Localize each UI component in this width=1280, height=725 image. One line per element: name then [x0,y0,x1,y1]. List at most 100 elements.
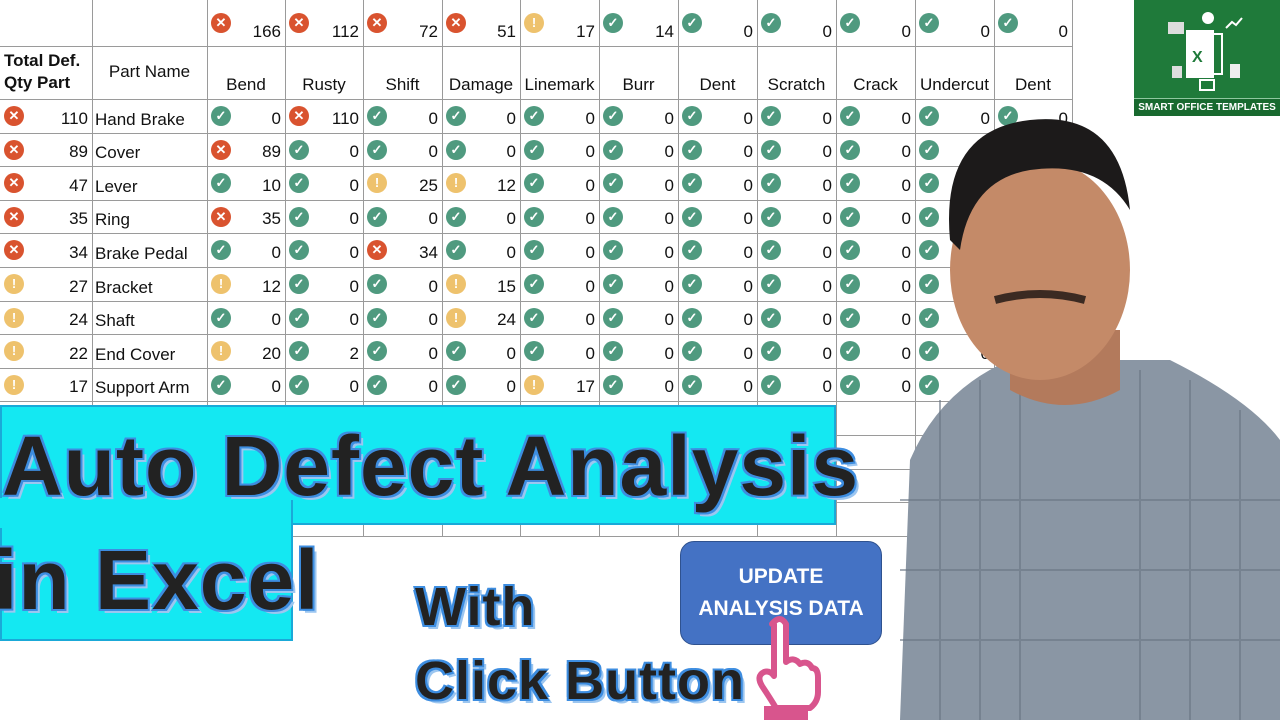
defect-qty-cell[interactable]: ✓0 [757,99,837,134]
defect-qty-cell[interactable]: ✓0 [207,368,286,402]
defect-qty-cell[interactable]: ✓0 [207,99,286,134]
empty-cell[interactable] [0,0,93,47]
part-name-cell[interactable]: Support Arm [92,368,208,402]
summary-total-cell[interactable]: ✓ 0 [678,0,758,47]
defect-qty-cell[interactable]: ✓0 [442,368,521,402]
defect-qty-cell[interactable]: ✓0 [285,267,364,302]
part-name-cell[interactable]: End Cover [92,334,208,369]
defect-header[interactable]: Rusty [285,46,364,100]
defect-qty-cell[interactable]: ✓0 [678,301,758,335]
part-name-cell[interactable]: Cover [92,133,208,167]
defect-qty-cell[interactable]: ✓0 [599,200,679,234]
defect-qty-cell[interactable]: ✕ 110 [285,99,364,134]
defect-qty-cell[interactable]: ✓0 [442,233,521,268]
defect-qty-cell[interactable]: ! 17 [520,368,600,402]
defect-header[interactable]: Crack [836,46,916,100]
defect-qty-cell[interactable]: ✓0 [757,368,837,402]
defect-qty-cell[interactable]: ✓0 [520,334,600,369]
empty-cell[interactable] [92,0,208,47]
part-name-cell[interactable]: Brake Pedal [92,233,208,268]
defect-qty-cell[interactable]: ✓0 [678,233,758,268]
total-qty-cell[interactable]: ✕ 34 [0,233,93,268]
total-qty-cell[interactable]: ! 17 [0,368,93,402]
defect-header[interactable]: Damage [442,46,521,100]
defect-qty-cell[interactable]: ✓0 [599,301,679,335]
defect-header[interactable]: Burr [599,46,679,100]
defect-qty-cell[interactable]: ✓0 [599,233,679,268]
summary-total-cell[interactable]: ✓ 0 [836,0,916,47]
defect-qty-cell[interactable]: ! 20 [207,334,286,369]
part-name-cell[interactable]: Lever [92,166,208,201]
defect-qty-cell[interactable]: ✓0 [285,233,364,268]
part-name-cell[interactable]: Shaft [92,301,208,335]
defect-qty-cell[interactable]: ✓0 [442,99,521,134]
defect-qty-cell[interactable]: ✓ 10 [207,166,286,201]
defect-qty-cell[interactable]: ✓0 [599,133,679,167]
defect-qty-cell[interactable]: ! 24 [442,301,521,335]
defect-qty-cell[interactable]: ✓0 [599,368,679,402]
defect-qty-cell[interactable]: ✓0 [363,301,443,335]
part-name-cell[interactable]: Bracket [92,267,208,302]
defect-qty-cell[interactable]: ! 15 [442,267,521,302]
defect-qty-cell[interactable]: ! 12 [207,267,286,302]
summary-total-cell[interactable]: ✓ 14 [599,0,679,47]
summary-total-cell[interactable]: ✕ 112 [285,0,364,47]
total-qty-cell[interactable]: ✕ 89 [0,133,93,167]
total-header[interactable]: Total Def. Qty Part [0,46,93,100]
summary-total-cell[interactable]: ! 17 [520,0,600,47]
defect-qty-cell[interactable]: ✓0 [757,334,837,369]
summary-total-cell[interactable]: ✕ 72 [363,0,443,47]
defect-qty-cell[interactable]: ✓0 [285,368,364,402]
defect-qty-cell[interactable]: ✓0 [285,301,364,335]
defect-qty-cell[interactable]: ✓0 [678,334,758,369]
defect-qty-cell[interactable]: ✓0 [678,267,758,302]
part-name-header[interactable]: Part Name [92,46,208,100]
summary-total-cell[interactable]: ✓ 0 [757,0,837,47]
defect-qty-cell[interactable]: ✓ 2 [285,334,364,369]
defect-qty-cell[interactable]: ✓0 [363,133,443,167]
defect-header[interactable]: Linemark [520,46,600,100]
defect-qty-cell[interactable]: ✓0 [207,233,286,268]
total-qty-cell[interactable]: ✕ 47 [0,166,93,201]
part-name-cell[interactable]: Ring [92,200,208,234]
summary-total-cell[interactable]: ✓ 0 [915,0,995,47]
defect-qty-cell[interactable]: ✓0 [678,99,758,134]
defect-header[interactable]: Undercut [915,46,995,100]
defect-qty-cell[interactable]: ✓0 [520,301,600,335]
defect-qty-cell[interactable]: ✓0 [442,133,521,167]
defect-qty-cell[interactable]: ✓0 [363,334,443,369]
part-name-cell[interactable]: Hand Brake [92,99,208,134]
summary-total-cell[interactable]: ✕ 166 [207,0,286,47]
summary-total-cell[interactable]: ✓ 0 [994,0,1073,47]
defect-qty-cell[interactable]: ✓0 [285,200,364,234]
defect-qty-cell[interactable]: ✓0 [363,368,443,402]
defect-qty-cell[interactable]: ✓0 [757,200,837,234]
defect-qty-cell[interactable]: ✕ 89 [207,133,286,167]
defect-qty-cell[interactable]: ✓0 [520,133,600,167]
defect-qty-cell[interactable]: ✓0 [285,166,364,201]
defect-qty-cell[interactable]: ✓0 [520,166,600,201]
total-qty-cell[interactable]: ! 27 [0,267,93,302]
defect-header[interactable]: Dent [678,46,758,100]
defect-qty-cell[interactable]: ✓0 [757,133,837,167]
defect-qty-cell[interactable]: ✓0 [678,368,758,402]
defect-qty-cell[interactable]: ✓0 [678,166,758,201]
defect-qty-cell[interactable]: ✓0 [520,200,600,234]
defect-qty-cell[interactable]: ✓0 [442,334,521,369]
total-qty-cell[interactable]: ✕ 110 [0,99,93,134]
defect-header[interactable]: Shift [363,46,443,100]
summary-total-cell[interactable]: ✕ 51 [442,0,521,47]
defect-qty-cell[interactable]: ✕ 34 [363,233,443,268]
defect-qty-cell[interactable]: ✓0 [757,233,837,268]
defect-qty-cell[interactable]: ✓0 [757,166,837,201]
defect-qty-cell[interactable]: ✓0 [757,301,837,335]
defect-qty-cell[interactable]: ! 12 [442,166,521,201]
defect-qty-cell[interactable]: ✓0 [285,133,364,167]
defect-qty-cell[interactable]: ✓0 [678,133,758,167]
defect-qty-cell[interactable]: ✓0 [599,334,679,369]
defect-qty-cell[interactable]: ✓0 [442,200,521,234]
defect-qty-cell[interactable]: ✓0 [599,166,679,201]
defect-qty-cell[interactable]: ✕ 35 [207,200,286,234]
defect-qty-cell[interactable]: ✓0 [520,267,600,302]
defect-qty-cell[interactable]: ✓0 [520,233,600,268]
